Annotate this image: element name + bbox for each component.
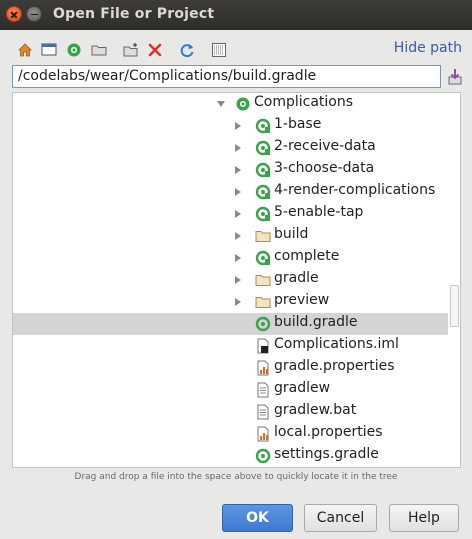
new-folder-icon[interactable] <box>122 41 140 59</box>
tree-row[interactable]: gradle.properties <box>13 357 448 379</box>
tree-row-label: Complications.iml <box>274 336 399 352</box>
close-window-button[interactable] <box>6 6 22 22</box>
properties-file-icon <box>255 360 271 376</box>
refresh-icon[interactable] <box>178 41 196 59</box>
tree-row[interactable]: gradlew.bat <box>13 401 448 423</box>
tree-row[interactable]: settings.gradle <box>13 445 448 467</box>
expand-arrow-icon[interactable] <box>235 188 241 196</box>
expand-arrow-icon[interactable] <box>235 254 241 262</box>
download-icon[interactable] <box>447 68 463 86</box>
tree-row-label: 3-choose-data <box>274 160 375 176</box>
title-bar: Open File or Project <box>0 0 472 30</box>
delete-icon[interactable] <box>146 41 164 59</box>
tree-row-label: complete <box>274 248 340 264</box>
tree-row-label: gradlew.bat <box>274 402 357 418</box>
tree-row-label: 4-render-complications <box>274 182 436 198</box>
folder-icon <box>255 272 271 288</box>
cancel-button[interactable]: Cancel <box>304 504 377 532</box>
tree-row[interactable]: 4-render-complications <box>13 181 448 203</box>
minimize-window-button[interactable] <box>26 6 42 22</box>
tree-row[interactable]: build <box>13 225 448 247</box>
tree-scrollbar[interactable] <box>450 285 459 327</box>
module-icon <box>255 162 271 178</box>
tree-row[interactable]: build.gradle <box>13 313 448 335</box>
iml-file-icon <box>255 338 271 354</box>
android-module-icon <box>235 96 251 112</box>
tree-row-label: gradle.properties <box>274 358 395 374</box>
desktop-icon[interactable] <box>40 41 58 59</box>
project-icon[interactable] <box>65 41 83 59</box>
tree-row[interactable]: local.properties <box>13 423 448 445</box>
tree-row-label: build.gradle <box>274 314 358 330</box>
gradle-file-icon <box>255 448 271 464</box>
expand-arrow-icon[interactable] <box>235 166 241 174</box>
tree-row-label: settings.gradle <box>274 446 379 462</box>
text-file-icon <box>255 382 271 398</box>
tree-row-label: local.properties <box>274 424 383 440</box>
expand-arrow-icon[interactable] <box>235 210 241 218</box>
properties-file-icon <box>255 426 271 442</box>
ok-button[interactable]: OK <box>222 504 293 532</box>
expand-arrow-icon[interactable] <box>235 298 241 306</box>
tree-row-label: build <box>274 226 309 242</box>
tree-row[interactable]: 2-receive-data <box>13 137 448 159</box>
tree-row[interactable]: 5-enable-tap <box>13 203 448 225</box>
module-icon <box>255 206 271 222</box>
expand-arrow-icon[interactable] <box>235 122 241 130</box>
gradle-file-icon <box>255 316 271 332</box>
tree-row[interactable]: gradlew <box>13 379 448 401</box>
file-tree[interactable]: Complications 1-base 2-receive-data 3-choo… <box>12 92 461 468</box>
folder-icon <box>255 228 271 244</box>
window-title: Open File or Project <box>53 6 215 22</box>
path-input[interactable]: /codelabs/wear/Complications/build.gradl… <box>12 65 441 88</box>
expand-arrow-icon[interactable] <box>235 232 241 240</box>
show-hidden-icon[interactable] <box>210 41 228 59</box>
tree-row-label: 5-enable-tap <box>274 204 364 220</box>
tree-row-label: gradle <box>274 270 319 286</box>
collapse-arrow-icon[interactable] <box>217 101 225 107</box>
tree-row-label: 1-base <box>274 116 322 132</box>
tree-row[interactable]: preview <box>13 291 448 313</box>
folder-icon[interactable] <box>90 41 108 59</box>
text-file-icon <box>255 404 271 420</box>
home-icon[interactable] <box>16 41 34 59</box>
module-icon <box>255 184 271 200</box>
help-button[interactable]: Help <box>389 504 459 532</box>
module-icon <box>255 118 271 134</box>
tree-root-label: Complications <box>254 94 354 110</box>
tree-row-label: preview <box>274 292 330 308</box>
drag-drop-hint: Drag and drop a file into the space abov… <box>74 472 398 482</box>
tree-row-label: gradlew <box>274 380 331 396</box>
tree-row[interactable]: 1-base <box>13 115 448 137</box>
tree-row[interactable]: Complications.iml <box>13 335 448 357</box>
folder-icon <box>255 294 271 310</box>
expand-arrow-icon[interactable] <box>235 144 241 152</box>
expand-arrow-icon[interactable] <box>235 276 241 284</box>
hide-path-link[interactable]: Hide path <box>394 40 462 56</box>
tree-row[interactable]: gradle <box>13 269 448 291</box>
tree-row[interactable]: complete <box>13 247 448 269</box>
module-icon <box>255 250 271 266</box>
tree-row-label: 2-receive-data <box>274 138 376 154</box>
tree-row[interactable]: 3-choose-data <box>13 159 448 181</box>
tree-root-complications[interactable]: Complications <box>13 93 448 115</box>
module-icon <box>255 140 271 156</box>
